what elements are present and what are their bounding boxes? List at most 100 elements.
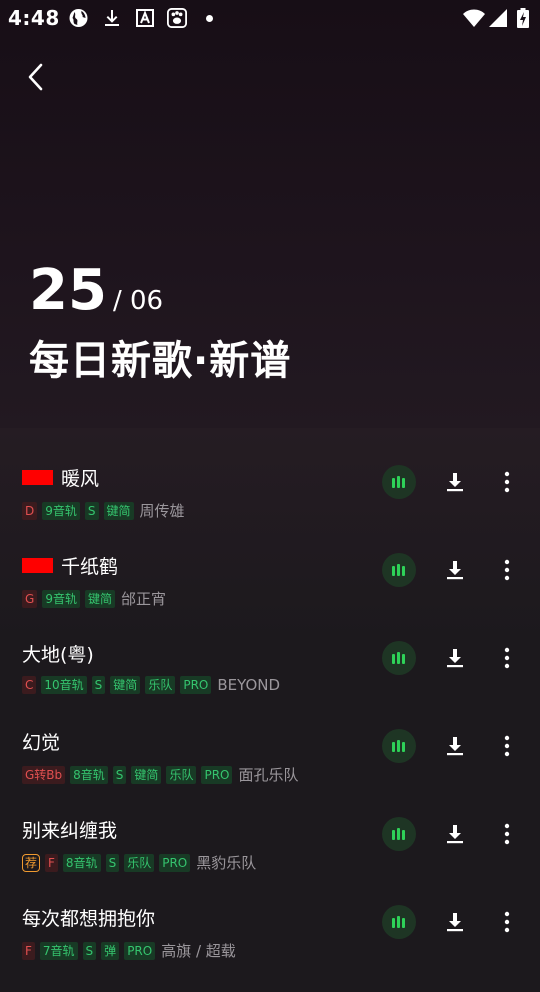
song-artist: BEYOND bbox=[217, 676, 281, 694]
song-tag: S bbox=[84, 501, 99, 520]
equalizer-bar bbox=[397, 740, 400, 752]
song-tags: 荐 F 8音轨 S 乐队 PRO 黑豹乐队 bbox=[22, 852, 256, 873]
song-row[interactable]: 暖风 D 9音轨 S 键简 周传雄 bbox=[0, 464, 540, 552]
song-tag: G bbox=[22, 589, 38, 608]
song-row[interactable]: 千纸鹤 G 9音轨 键简 邰正宵 bbox=[0, 552, 540, 640]
song-tag: 键简 bbox=[103, 501, 134, 520]
song-title-text: 千纸鹤 bbox=[61, 556, 119, 578]
song-tags: D 9音轨 S 键简 周传雄 bbox=[22, 500, 185, 521]
song-artist: 周传雄 bbox=[139, 502, 185, 520]
play-button[interactable] bbox=[382, 905, 416, 939]
page-title: 每日新歌·新谱 bbox=[29, 338, 292, 384]
equalizer-bar bbox=[392, 742, 395, 752]
song-artist: 黑豹乐队 bbox=[196, 854, 257, 872]
status-time: 4:48 bbox=[8, 6, 60, 30]
download-icon[interactable] bbox=[444, 646, 466, 670]
equalizer-bar bbox=[397, 828, 400, 840]
equalizer-bar bbox=[402, 830, 405, 840]
equalizer-bar bbox=[397, 564, 400, 576]
download-icon[interactable] bbox=[444, 910, 466, 934]
song-title-text: 暖风 bbox=[61, 468, 100, 490]
song-title-text: 别来纠缠我 bbox=[22, 820, 118, 842]
play-button[interactable] bbox=[382, 465, 416, 499]
song-tag: 9音轨 bbox=[42, 589, 80, 608]
song-tags: C 10音轨 S 键简 乐队 PRO BEYOND bbox=[22, 676, 280, 694]
more-vertical-icon[interactable] bbox=[498, 470, 516, 494]
song-tag: S bbox=[112, 765, 127, 784]
song-row[interactable]: 幻觉 G转Bb 8音轨 S 键简 乐队 PRO 面孔乐队 bbox=[0, 728, 540, 816]
song-artist: 邰正宵 bbox=[120, 590, 166, 608]
download-icon[interactable] bbox=[444, 470, 466, 494]
wifi-icon bbox=[463, 9, 485, 27]
more-vertical-icon[interactable] bbox=[498, 734, 516, 758]
song-tag: 8音轨 bbox=[62, 853, 101, 872]
equalizer-bar bbox=[397, 476, 400, 488]
equalizer-bar bbox=[392, 654, 395, 664]
song-tag: F bbox=[45, 853, 58, 872]
song-tag: S bbox=[82, 941, 97, 960]
date-display: 25/ 06 bbox=[29, 258, 164, 323]
more-vertical-icon[interactable] bbox=[498, 822, 516, 846]
date-day: 25 bbox=[29, 258, 107, 323]
more-vertical-icon[interactable] bbox=[498, 646, 516, 670]
song-tag: D bbox=[22, 501, 38, 520]
more-vertical-icon[interactable] bbox=[498, 910, 516, 934]
song-row[interactable]: 别来纠缠我荐 F 8音轨 S 乐队 PRO 黑豹乐队 bbox=[0, 816, 540, 904]
equalizer-bar bbox=[402, 478, 405, 488]
song-artist: 高旗 / 超载 bbox=[161, 942, 236, 960]
back-button[interactable] bbox=[22, 60, 52, 94]
song-tag: PRO bbox=[159, 853, 191, 872]
equalizer-bar bbox=[392, 478, 395, 488]
song-tag: F bbox=[22, 941, 35, 960]
song-tag: 键简 bbox=[131, 765, 162, 784]
song-row[interactable]: 大地(粤) C 10音轨 S 键简 乐队 PRO BEYOND bbox=[0, 640, 540, 728]
song-tag: 8音轨 bbox=[70, 765, 108, 784]
song-tag: 9音轨 bbox=[42, 501, 80, 520]
header-banner: 4:48 25 / 06 每日新歌·新谱 bbox=[0, 0, 540, 428]
equalizer-bar bbox=[397, 652, 400, 664]
red-marker bbox=[22, 558, 53, 573]
song-tag: 乐队 bbox=[124, 853, 155, 872]
song-tag: 10音轨 bbox=[41, 676, 87, 694]
song-tag: S bbox=[105, 853, 120, 872]
song-title: 每次都想拥抱你 bbox=[22, 904, 155, 931]
equalizer-bar bbox=[392, 830, 395, 840]
equalizer-bar bbox=[402, 742, 405, 752]
more-vertical-icon[interactable] bbox=[498, 558, 516, 582]
text-a-icon bbox=[136, 9, 154, 27]
equalizer-bar bbox=[402, 918, 405, 928]
song-row[interactable]: 每次都想拥抱你 F 7音轨 S 弹 PRO 高旗 / 超载 bbox=[0, 904, 540, 992]
signal-icon bbox=[489, 9, 507, 27]
date-month: / 06 bbox=[112, 286, 164, 316]
red-marker bbox=[22, 470, 53, 485]
song-tag: 乐队 bbox=[145, 676, 176, 694]
notification-dot bbox=[206, 15, 213, 22]
equalizer-bar bbox=[397, 916, 400, 928]
battery-charging-icon bbox=[517, 8, 529, 28]
status-bar: 4:48 bbox=[0, 0, 540, 36]
play-button[interactable] bbox=[382, 817, 416, 851]
song-title-text: 每次都想拥抱你 bbox=[22, 908, 156, 930]
song-tag: 键简 bbox=[84, 589, 115, 608]
equalizer-bar bbox=[402, 654, 405, 664]
song-title: 别来纠缠我 bbox=[22, 816, 117, 843]
song-title-text: 大地(粤) bbox=[22, 644, 94, 666]
equalizer-bar bbox=[392, 918, 395, 928]
song-title: 暖风 bbox=[22, 464, 99, 491]
song-tag: 荐 bbox=[22, 853, 41, 872]
download-icon[interactable] bbox=[444, 558, 466, 582]
song-tag: PRO bbox=[124, 941, 156, 960]
download-icon[interactable] bbox=[444, 822, 466, 846]
play-button[interactable] bbox=[382, 641, 416, 675]
play-button[interactable] bbox=[382, 553, 416, 587]
play-button[interactable] bbox=[382, 729, 416, 763]
equalizer-bar bbox=[402, 566, 405, 576]
download-icon bbox=[105, 10, 119, 26]
song-title-text: 幻觉 bbox=[22, 732, 61, 754]
song-tag: S bbox=[91, 676, 106, 694]
song-tag: G转Bb bbox=[22, 765, 66, 784]
song-title: 大地(粤) bbox=[22, 640, 94, 667]
song-title: 幻觉 bbox=[22, 728, 60, 755]
song-list: 暖风 D 9音轨 S 键简 周传雄 千纸鹤 G 9音轨 键简 邰正宵 大地(粤) C 10音轨 S 键简 乐队 P… bbox=[0, 428, 540, 960]
download-icon[interactable] bbox=[444, 734, 466, 758]
